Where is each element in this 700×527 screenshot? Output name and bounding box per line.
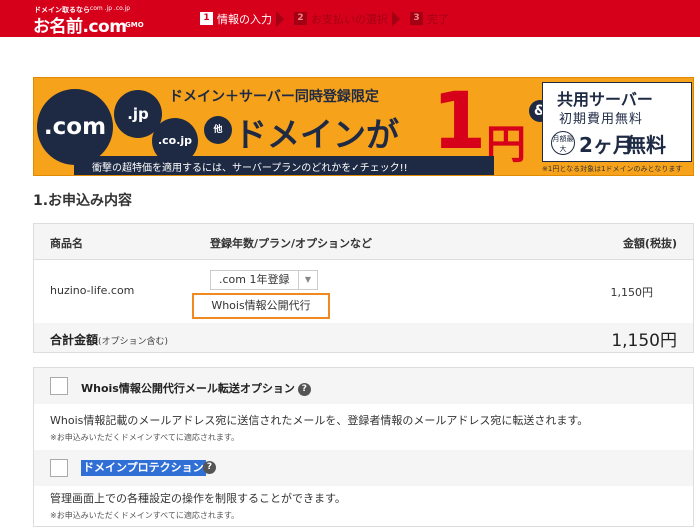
banner-free: 無料 xyxy=(626,133,666,157)
logo-text: お名前.com xyxy=(33,17,127,37)
top-bar: ドメイン取るなら .com .jp .co.jp お名前.com GMO 1 情… xyxy=(0,0,700,37)
whois-mail-title: Whois情報公開代行メール転送オプション? xyxy=(81,380,311,396)
whois-mail-checkbox[interactable] xyxy=(50,377,68,395)
banner-monthly-badge: 月額最大 xyxy=(551,131,575,155)
whois-mail-title-text: Whois情報公開代行メール転送オプション xyxy=(81,382,295,395)
domain-protection-desc: 管理画面上での各種設定の操作を制限することができます。 xyxy=(50,492,346,505)
whois-mail-note: ※お申込みいただくドメインすべてに適応されます。 xyxy=(50,433,240,442)
step-arrow-icon xyxy=(392,10,402,27)
whois-mail-desc: Whois情報記載のメールアドレス宛に送信されたメールを、登録者情報のメールアド… xyxy=(50,414,589,427)
tld-circle-com: .com xyxy=(37,89,113,165)
step-1-label: 情報の入力 xyxy=(217,12,272,26)
table-row: huzino-life.com .com 1年登録 ▼ Whois情報公開代行 … xyxy=(34,259,693,324)
whois-option-label: Whois情報公開代行 xyxy=(192,293,330,319)
plan-select[interactable]: .com 1年登録 ▼ xyxy=(210,270,318,290)
step-1: 1 情報の入力 xyxy=(200,10,286,27)
option-header-whois-mail: Whois情報公開代行メール転送オプション? xyxy=(34,368,693,404)
banner-domain-ga: ドメインが xyxy=(234,115,399,154)
step-2-label: お支払いの選択 xyxy=(311,12,388,26)
step-3-number: 3 xyxy=(410,12,423,25)
chevron-down-icon: ▼ xyxy=(298,271,317,289)
domain-protection-title: ドメインプロテクション xyxy=(81,460,206,476)
step-3: 3 完了 xyxy=(410,11,449,27)
domain-protection-note: ※お申込みいただくドメインすべてに適応されます。 xyxy=(50,511,240,520)
section-title: 1.お申込み内容 xyxy=(33,193,133,209)
order-table: 商品名 登録年数/プラン/オプションなど 金額(税抜) huzino-life.… xyxy=(33,223,694,353)
col-product: 商品名 xyxy=(50,237,83,250)
row-price: 1,150円 xyxy=(610,286,654,299)
help-icon[interactable]: ? xyxy=(203,461,216,474)
banner-server-title: 共用サーバー xyxy=(557,90,653,109)
promo-banner[interactable]: .com .jp .co.jp 他 ドメイン＋サーバー同時登録限定 ドメインが … xyxy=(33,77,694,176)
onamae-logo[interactable]: ドメイン取るなら .com .jp .co.jp お名前.com GMO xyxy=(33,2,153,37)
total-label-note: (オプション含む) xyxy=(98,337,169,347)
step-1-number: 1 xyxy=(200,12,213,25)
total-row: 合計金額(オプション含む) 1,150円 xyxy=(34,323,693,352)
step-arrow-icon xyxy=(276,10,286,27)
domain-name: huzino-life.com xyxy=(50,284,135,297)
banner-sub-text: 衝撃の超特価を適用するには、サーバープランのどれかを✓チェック!! xyxy=(92,163,408,174)
progress-steps: 1 情報の入力 2 お支払いの選択 3 完了 xyxy=(200,0,457,37)
step-3-label: 完了 xyxy=(427,12,449,26)
step-2-number: 2 xyxy=(294,12,307,25)
plan-select-value: .com 1年登録 xyxy=(219,273,290,286)
col-plan: 登録年数/プラン/オプションなど xyxy=(210,237,373,250)
options-box: Whois情報公開代行メール転送オプション? Whois情報記載のメールアドレス… xyxy=(33,367,694,527)
total-label: 合計金額(オプション含む) xyxy=(50,331,168,348)
banner-server-box: 共用サーバー 初期費用無料 月額最大 2ヶ月 無料 xyxy=(542,82,692,162)
total-label-text: 合計金額 xyxy=(50,333,99,347)
logo-brand: GMO xyxy=(125,21,144,29)
help-icon[interactable]: ? xyxy=(297,382,311,396)
step-2: 2 お支払いの選択 xyxy=(294,10,402,27)
domain-protection-checkbox[interactable] xyxy=(50,459,68,477)
total-value: 1,150円 xyxy=(611,331,677,351)
banner-headline: ドメイン＋サーバー同時登録限定 xyxy=(169,89,379,105)
banner-months: 2ヶ月 xyxy=(579,133,633,157)
tld-circle-other: 他 xyxy=(204,116,232,144)
banner-server-initial: 初期費用無料 xyxy=(559,112,644,127)
option-header-protection: ドメインプロテクション ? xyxy=(34,450,693,486)
banner-note: ※1円となる対象は1ドメインのみとなります xyxy=(542,165,683,173)
table-header: 商品名 登録年数/プラン/オプションなど 金額(税抜) xyxy=(34,224,693,260)
logo-tld-dots: .com .jp .co.jp xyxy=(88,5,131,12)
col-price: 金額(税抜) xyxy=(622,237,677,250)
